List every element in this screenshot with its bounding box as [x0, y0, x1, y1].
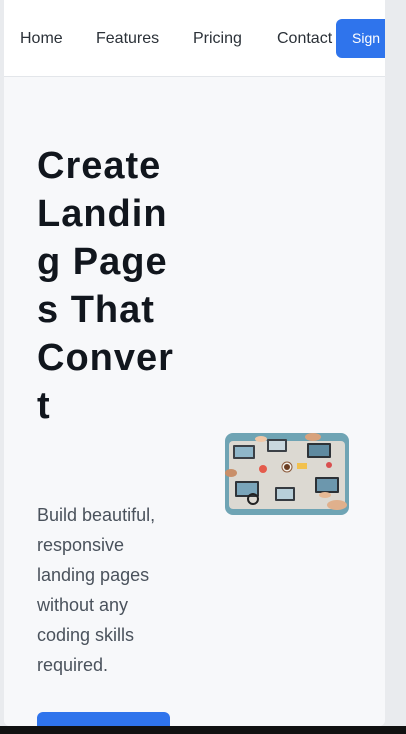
screen-bottom-edge: [0, 726, 406, 734]
hero-cta-button[interactable]: [37, 712, 170, 726]
nav-link-contact[interactable]: Contact: [277, 30, 332, 48]
nav-link-features[interactable]: Features: [96, 30, 159, 48]
browser-viewport: Home Features Pricing Contact Sign Creat…: [4, 0, 385, 726]
nav-link-pricing[interactable]: Pricing: [193, 30, 242, 48]
hero-description: Build beautiful, responsive landing page…: [37, 505, 156, 675]
top-navbar: Home Features Pricing Contact Sign: [4, 0, 385, 77]
hero-section: Create Landing Pages That Convert Build …: [4, 77, 385, 726]
team-desk-illustration: [225, 433, 349, 515]
nav-link-home[interactable]: Home: [20, 30, 63, 48]
sign-up-button[interactable]: Sign: [336, 19, 385, 58]
hero-image: [225, 433, 349, 515]
hero-title: Create Landing Pages That Convert: [37, 145, 174, 427]
